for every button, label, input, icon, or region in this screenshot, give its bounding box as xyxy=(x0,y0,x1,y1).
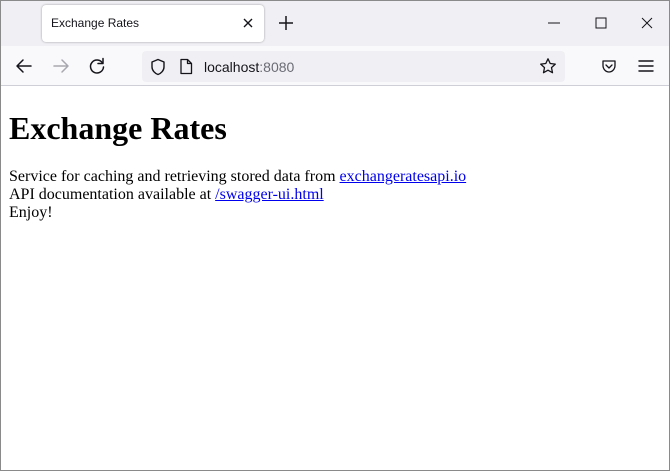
url-text[interactable]: localhost:8080 xyxy=(204,59,294,75)
address-bar[interactable]: localhost:8080 xyxy=(142,51,565,82)
minimize-icon[interactable] xyxy=(546,15,562,31)
page-info-icon[interactable] xyxy=(179,58,193,75)
forward-arrow-icon[interactable] xyxy=(51,56,71,76)
close-tab-icon[interactable] xyxy=(241,16,255,30)
navigation-bar: localhost:8080 xyxy=(1,46,669,86)
maximize-icon[interactable] xyxy=(593,15,609,31)
tab-title: Exchange Rates xyxy=(51,16,140,30)
url-host: localhost xyxy=(204,59,260,75)
tab-strip: Exchange Rates xyxy=(1,1,669,46)
page-content: Exchange Rates Service for caching and r… xyxy=(1,87,669,470)
page-body: Service for caching and retrieving store… xyxy=(9,168,466,222)
url-port: :8080 xyxy=(259,59,295,75)
service-description: Service for caching and retrieving store… xyxy=(9,168,340,185)
tab-exchange-rates[interactable]: Exchange Rates xyxy=(42,5,264,42)
pocket-icon[interactable] xyxy=(601,58,617,74)
exchangeratesapi-link[interactable]: exchangeratesapi.io xyxy=(340,168,467,185)
browser-window: Exchange Rates localhost:8080 Exchange R… xyxy=(0,0,670,471)
enjoy-text: Enjoy! xyxy=(9,204,53,221)
reload-icon[interactable] xyxy=(87,56,107,76)
api-docs-text: API documentation available at xyxy=(9,186,216,203)
bookmark-star-icon[interactable] xyxy=(539,57,557,75)
back-arrow-icon[interactable] xyxy=(14,56,34,76)
swagger-ui-link[interactable]: /swagger-ui.html xyxy=(215,186,324,203)
shield-icon[interactable] xyxy=(150,58,166,76)
page-heading: Exchange Rates xyxy=(9,110,227,146)
new-tab-icon[interactable] xyxy=(277,14,295,32)
hamburger-menu-icon[interactable] xyxy=(638,59,654,73)
close-window-icon[interactable] xyxy=(639,15,655,31)
